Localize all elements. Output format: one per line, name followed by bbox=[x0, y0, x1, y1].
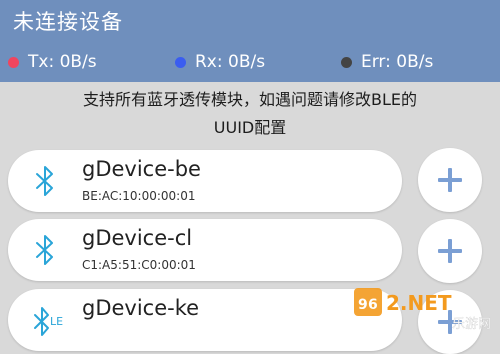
tx-indicator-dot bbox=[8, 57, 19, 68]
add-device-button[interactable] bbox=[418, 148, 482, 212]
svg-text:6: 6 bbox=[368, 297, 378, 313]
connection-status-title: 未连接设备 bbox=[13, 10, 123, 34]
device-mac: C1:A5:51:C0:00:01 bbox=[82, 258, 196, 272]
notice-line-1: 支持所有蓝牙透传模块，如遇问题请修改BLE的 bbox=[82, 90, 417, 109]
rx-indicator-dot bbox=[175, 57, 186, 68]
le-badge: LE bbox=[50, 315, 64, 328]
device-card-ke[interactable]: LE gDevice-ke bbox=[8, 289, 402, 351]
err-indicator-dot bbox=[341, 57, 352, 68]
bluetooth-icon bbox=[36, 166, 53, 196]
plus-icon bbox=[438, 239, 462, 263]
err-rate: Err: 0B/s bbox=[361, 52, 434, 72]
compatibility-notice: 支持所有蓝牙透传模块，如遇问题请修改BLE的 UUID配置 bbox=[0, 86, 500, 142]
device-name: gDevice-be bbox=[82, 157, 201, 181]
device-name: gDevice-ke bbox=[82, 296, 200, 320]
bluetooth-icon bbox=[36, 235, 53, 265]
svg-text:9: 9 bbox=[358, 297, 368, 313]
plus-icon bbox=[438, 168, 462, 192]
device-mac: BE:AC:10:00:00:01 bbox=[82, 189, 196, 203]
tx-rate: Tx: 0B/s bbox=[28, 52, 97, 72]
add-device-button[interactable] bbox=[418, 219, 482, 283]
device-card-be[interactable]: gDevice-be BE:AC:10:00:00:01 bbox=[8, 150, 402, 212]
app-bar: 未连接设备 Tx: 0B/s Rx: 0B/s Err: 0B/s bbox=[0, 0, 500, 82]
svg-text:乐游网: 乐游网 bbox=[452, 317, 491, 332]
device-name: gDevice-cl bbox=[82, 226, 193, 250]
device-card-cl[interactable]: gDevice-cl C1:A5:51:C0:00:01 bbox=[8, 219, 402, 281]
rx-rate: Rx: 0B/s bbox=[195, 52, 266, 72]
svg-text:2.NET: 2.NET bbox=[386, 291, 452, 315]
notice-line-2: UUID配置 bbox=[213, 118, 287, 137]
watermark-logo: 9 6 2.NET 乐游网 bbox=[354, 288, 491, 332]
